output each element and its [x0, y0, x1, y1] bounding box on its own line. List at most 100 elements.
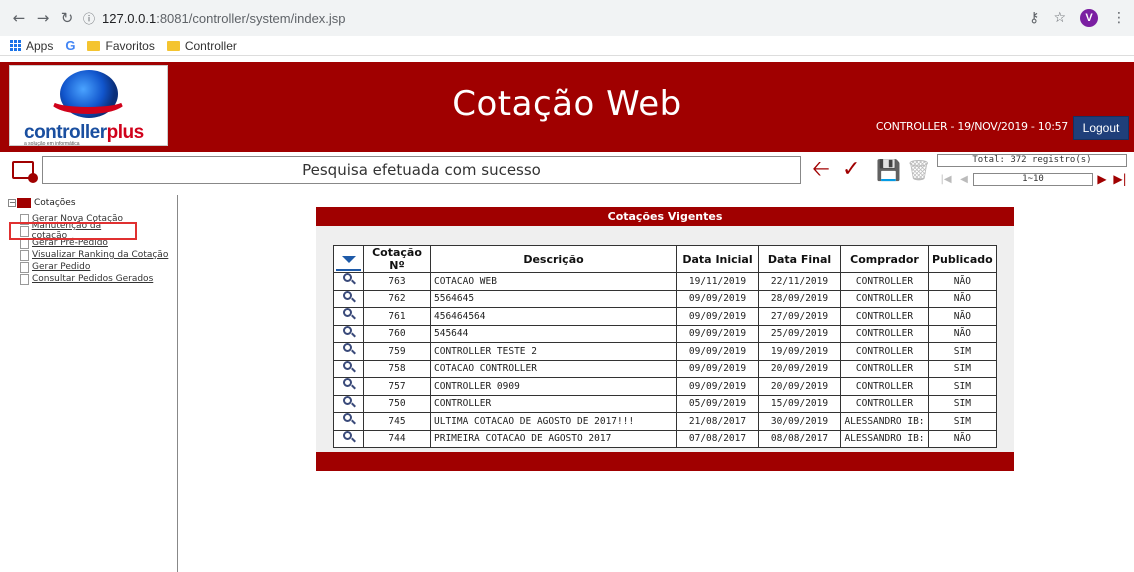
user-info: CONTROLLER - 19/NOV/2019 - 10:57 — [875, 120, 1068, 133]
cell-cotacao-num: 744 — [363, 429, 431, 448]
view-cell[interactable] — [333, 359, 364, 378]
cell-comprador: CONTROLLER — [840, 394, 929, 413]
reload-icon[interactable]: ↻ — [56, 7, 78, 29]
table-row[interactable]: 759 CONTROLLER TESTE 2 09/09/2019 19/09/201… — [333, 342, 997, 361]
view-icon[interactable] — [342, 325, 355, 339]
cell-cotacao-num: 763 — [363, 272, 431, 291]
table-row[interactable]: 750 CONTROLLER 05/09/2019 15/09/2019 CONTROL… — [333, 394, 997, 413]
cell-data-final: 25/09/2019 — [758, 324, 841, 343]
cell-publicado: NÃO — [928, 289, 997, 308]
cell-publicado: NÃO — [928, 324, 997, 343]
column-header[interactable]: Cotação Nº — [363, 245, 431, 273]
forward-icon[interactable]: → — [32, 7, 54, 29]
view-cell[interactable] — [333, 394, 364, 413]
cell-publicado: NÃO — [928, 429, 997, 448]
table-header-row: Cotação Nº Descrição Data Inicial Data F… — [333, 245, 997, 273]
view-icon[interactable] — [342, 413, 355, 426]
document-icon — [20, 249, 29, 261]
sidebar-item-visualizar-ranking[interactable]: Visualizar Ranking da Cotação — [20, 249, 168, 261]
bookmark-controller[interactable]: Controller — [166, 39, 237, 53]
cell-data-inicial: 09/09/2019 — [676, 307, 759, 326]
key-icon[interactable]: ⚷ — [1029, 10, 1039, 26]
last-page-icon[interactable]: ▶| — [1111, 172, 1129, 186]
info-icon[interactable]: ⓘ — [80, 10, 98, 27]
menu-icon[interactable]: ⋮ — [1112, 10, 1126, 26]
browser-toolbar: ← → ↻ ⓘ 127.0.0.1:8081/controller/system… — [0, 0, 1134, 36]
sidebar-item-consultar-pedidos[interactable]: Consultar Pedidos Gerados — [20, 273, 168, 285]
view-cell[interactable] — [333, 324, 364, 343]
document-icon — [20, 261, 29, 273]
cell-descricao: 456464564 — [430, 307, 677, 326]
cell-data-final: 20/09/2019 — [758, 359, 841, 378]
view-cell[interactable] — [333, 412, 364, 431]
column-header[interactable]: Comprador — [840, 245, 929, 273]
document-icon — [20, 225, 29, 237]
clear-icon[interactable]: ✓ — [842, 159, 860, 181]
view-icon[interactable] — [342, 343, 355, 356]
back-icon[interactable]: ← — [8, 7, 30, 29]
sidebar-item-manutencao-cotacao[interactable]: Manutenção da cotação — [9, 221, 137, 241]
view-icon[interactable] — [342, 308, 355, 321]
cell-comprador: CONTROLLER — [840, 377, 929, 396]
view-icon[interactable] — [342, 430, 355, 444]
view-cell[interactable] — [333, 429, 364, 448]
cell-data-final: 15/09/2019 — [758, 394, 841, 413]
back-arrow-icon[interactable]: 🡠 — [812, 159, 830, 181]
cell-cotacao-num: 762 — [363, 289, 431, 308]
sidebar-item-gerar-pedido[interactable]: Gerar Pedido — [20, 261, 168, 273]
column-header[interactable]: Data Final — [758, 245, 841, 273]
address-bar[interactable]: 127.0.0.1:8081/controller/system/index.j… — [102, 11, 346, 26]
column-header[interactable]: Data Inicial — [676, 245, 759, 273]
first-page-icon[interactable]: |◀ — [937, 174, 955, 185]
view-cell[interactable] — [333, 342, 364, 361]
logout-button[interactable]: Logout — [1073, 116, 1129, 140]
cell-comprador: CONTROLLER — [840, 272, 929, 291]
save-icon[interactable]: 💾 — [876, 159, 901, 181]
view-icon[interactable] — [342, 290, 355, 304]
star-icon[interactable]: ☆ — [1053, 10, 1066, 26]
folder-close-icon[interactable] — [12, 161, 38, 183]
sidebar-item-label[interactable]: Gerar Pré-Pedido — [32, 238, 108, 248]
prev-page-icon[interactable]: ◀ — [955, 174, 973, 185]
view-icon[interactable] — [342, 378, 355, 391]
cell-data-final: 22/11/2019 — [758, 272, 841, 291]
sidebar-item-gerar-pre-pedido[interactable]: Gerar Pré-Pedido — [20, 237, 168, 249]
next-page-icon[interactable]: ▶ — [1093, 172, 1111, 186]
table-row[interactable]: 745 ULTIMA COTACAO DE AGOSTO DE 2017!!! 21… — [333, 412, 997, 431]
cell-data-inicial: 09/09/2019 — [676, 289, 759, 308]
table-row[interactable]: 757 CONTROLLER 0909 09/09/2019 20/09/2019 CO… — [333, 377, 997, 396]
table-row[interactable]: 762 5564645 09/09/2019 28/09/2019 CONTROLLER… — [333, 289, 997, 308]
view-cell[interactable] — [333, 272, 364, 291]
table-row[interactable]: 744 PRIMEIRA COTACAO DE AGOSTO 2017 07/08/… — [333, 429, 997, 448]
view-cell[interactable] — [333, 307, 364, 326]
collapse-icon[interactable]: − — [8, 199, 16, 207]
cell-data-inicial: 09/09/2019 — [676, 324, 759, 343]
view-icon[interactable] — [342, 360, 355, 374]
logo-text-main: controller — [24, 122, 107, 143]
page-range-input[interactable]: 1~10 — [973, 172, 1093, 186]
sidebar-item-label[interactable]: Consultar Pedidos Gerados — [32, 274, 153, 284]
sidebar-item-label[interactable]: Visualizar Ranking da Cotação — [32, 250, 168, 260]
document-icon — [20, 273, 29, 285]
view-icon[interactable] — [342, 395, 355, 409]
google-icon[interactable]: G — [65, 38, 75, 53]
table-row[interactable]: 763 COTACAO WEB 19/11/2019 22/11/2019 CONTRO… — [333, 272, 997, 291]
sort-icon[interactable] — [333, 245, 364, 273]
table-row[interactable]: 758 COTACAO CONTROLLER 09/09/2019 20/09/201… — [333, 359, 997, 378]
view-icon[interactable] — [342, 273, 355, 286]
column-header[interactable]: Publicado — [928, 245, 997, 273]
avatar[interactable]: V — [1080, 9, 1098, 27]
bookmark-favoritos[interactable]: Favoritos — [87, 39, 155, 53]
tree-root-cotacoes[interactable]: − Cotações — [8, 198, 76, 208]
folder-icon — [17, 198, 31, 208]
table-row[interactable]: 760 545644 09/09/2019 25/09/2019 CONTROLLER N… — [333, 324, 997, 343]
delete-icon[interactable]: 🗑 — [906, 159, 931, 181]
sidebar-item-label[interactable]: Gerar Pedido — [32, 262, 90, 272]
column-header[interactable]: Descrição — [430, 245, 677, 273]
bookmark-apps[interactable]: Apps — [10, 39, 53, 53]
table-row[interactable]: 761 456464564 09/09/2019 27/09/2019 CONTROLL… — [333, 307, 997, 326]
cell-data-inicial: 07/08/2017 — [676, 429, 759, 448]
view-cell[interactable] — [333, 377, 364, 396]
cell-data-final: 28/09/2019 — [758, 289, 841, 308]
view-cell[interactable] — [333, 289, 364, 308]
